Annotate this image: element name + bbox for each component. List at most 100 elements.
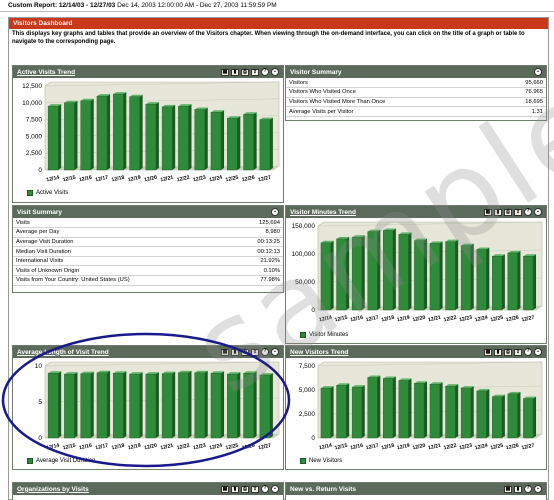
print-icon[interactable]: ⎙ <box>241 348 249 356</box>
bar <box>96 95 108 171</box>
chart-icon[interactable]: ▮ <box>231 348 239 356</box>
active-visits-trend-title[interactable]: Active Visits Trend <box>17 69 75 76</box>
bar <box>129 373 140 439</box>
bar-side <box>533 254 537 310</box>
bar-side <box>188 370 192 438</box>
visit-summary-title[interactable]: Visit Summary <box>17 209 62 216</box>
x-tick-label: 12/20 <box>144 443 158 452</box>
bar-side <box>408 378 412 438</box>
panel-title-bar: Visitor Summary ⌄ <box>286 66 546 78</box>
x-tick-label: 12/17 <box>95 175 109 184</box>
bar <box>507 252 518 311</box>
organizations-by-visits-title[interactable]: Organizations by Visits <box>17 486 89 493</box>
collapse-icon[interactable]: ⌄ <box>534 348 542 356</box>
bar-side <box>204 107 208 170</box>
bar <box>414 383 425 439</box>
average-length-trend-title[interactable]: Average Length of Visit Trend <box>17 349 109 356</box>
x-tick-label: 12/14 <box>319 443 333 452</box>
print-icon[interactable]: ⎙ <box>241 485 249 493</box>
print-icon[interactable]: ⎙ <box>241 68 249 76</box>
export-icon[interactable]: ⇪ <box>514 348 522 356</box>
chart-icon[interactable]: ▮ <box>494 208 502 216</box>
collapse-icon[interactable]: ⌄ <box>271 208 279 216</box>
panel-toolbar: ▦ ▮ ⎙ ⇪ ? ⌄ <box>221 348 279 356</box>
table-row: Visitors Who Visited More Than Once 18,69… <box>286 97 546 108</box>
table-icon[interactable]: ▦ <box>484 208 492 216</box>
bar-side <box>237 372 241 438</box>
table-icon[interactable]: ▦ <box>484 348 492 356</box>
chart-icon[interactable]: ▮ <box>494 348 502 356</box>
help-icon[interactable]: ? <box>524 485 532 493</box>
legend-label: Active Visits <box>36 190 69 196</box>
y-tick-label: 12,500 <box>22 83 42 90</box>
collapse-icon[interactable]: ⌄ <box>271 348 279 356</box>
bar <box>194 109 205 171</box>
average-length-legend: Average Visit Duration <box>27 458 95 464</box>
bar-side <box>74 372 78 438</box>
export-icon[interactable]: ⇪ <box>251 68 259 76</box>
export-icon[interactable]: ⇪ <box>514 208 522 216</box>
x-tick-label: 12/21 <box>160 443 174 452</box>
bar-side <box>533 396 537 438</box>
panel-toolbar: ▦ ▮ ? ⌄ <box>504 485 542 493</box>
row-label: Visits of Unknown Origin <box>13 265 231 277</box>
x-tick-label: 12/25 <box>225 175 239 184</box>
table-row: Visitors 95,660 <box>286 78 546 89</box>
help-icon[interactable]: ? <box>261 68 269 76</box>
bar-side <box>486 388 490 438</box>
visitor-summary-title[interactable]: Visitor Summary <box>290 69 342 76</box>
panel-toolbar: ▦ ▮ ⎙ ⇪ ? ⌄ <box>221 485 279 493</box>
bar-side <box>139 372 143 438</box>
row-value: 18,695 <box>497 97 546 108</box>
visitor-minutes-trend-title[interactable]: Visitor Minutes Trend <box>290 209 356 216</box>
help-icon[interactable]: ? <box>261 485 269 493</box>
bar-side <box>123 92 127 170</box>
chart-icon[interactable]: ▮ <box>514 485 522 493</box>
collapse-icon[interactable]: ⌄ <box>534 485 542 493</box>
new-visitors-trend-panel: New Visitors Trend ▦ ▮ ⎙ ⇪ ? ⌄ 7,500 5,00… <box>285 345 547 470</box>
bar <box>113 372 124 439</box>
export-icon[interactable]: ⇪ <box>251 348 259 356</box>
y-tick-label: 50,000 <box>295 279 315 286</box>
help-icon[interactable]: ? <box>524 348 532 356</box>
chart-icon[interactable]: ▮ <box>231 68 239 76</box>
bar <box>476 390 487 439</box>
bar <box>161 373 173 439</box>
row-value: 00:12:13 <box>230 246 283 257</box>
bar <box>398 380 409 439</box>
print-icon[interactable]: ⎙ <box>504 348 512 356</box>
x-tick-label: 12/18 <box>381 443 395 452</box>
collapse-icon[interactable]: ⌄ <box>534 68 542 76</box>
row-label: Average Visits per Visitor <box>286 106 498 117</box>
row-value: 21.92% <box>230 256 283 267</box>
table-icon[interactable]: ▦ <box>221 485 229 493</box>
table-icon[interactable]: ▦ <box>504 485 512 493</box>
report-label: Custom Report: 12/14/03 - 12/27/03 <box>8 2 116 9</box>
panel-title-bar: Visitor Minutes Trend ▦ ▮ ⎙ ⇪ ? ⌄ <box>286 206 546 218</box>
table-row: Average Visit Duration 00:13:25 <box>13 237 283 248</box>
bar <box>243 372 254 439</box>
collapse-icon[interactable]: ⌄ <box>271 68 279 76</box>
bar <box>47 372 59 439</box>
collapse-icon[interactable]: ⌄ <box>271 485 279 493</box>
bar <box>429 243 440 311</box>
table-icon[interactable]: ▦ <box>221 68 229 76</box>
bar <box>161 106 173 171</box>
x-tick-label: 12/25 <box>490 315 504 324</box>
new-vs-return-visits-title[interactable]: New vs. Return Visits <box>290 486 356 493</box>
bar <box>445 385 456 439</box>
chart-icon[interactable]: ▮ <box>231 485 239 493</box>
bar <box>227 373 238 439</box>
legend-label: Average Visit Duration <box>36 458 96 464</box>
new-visitors-trend-title[interactable]: New Visitors Trend <box>290 349 348 356</box>
print-icon[interactable]: ⎙ <box>504 208 512 216</box>
bar <box>351 386 362 439</box>
bar <box>47 105 59 171</box>
help-icon[interactable]: ? <box>524 208 532 216</box>
visitor-summary-table: Visitors 95,660 Visitors Who Visited Once… <box>286 78 546 117</box>
new-visitors-chart: 7,5005,0002,500012/14 12/15 12/16 12/17 12/1… <box>299 361 543 452</box>
collapse-icon[interactable]: ⌄ <box>534 208 542 216</box>
export-icon[interactable]: ⇪ <box>251 485 259 493</box>
help-icon[interactable]: ? <box>261 348 269 356</box>
table-icon[interactable]: ▦ <box>221 348 229 356</box>
